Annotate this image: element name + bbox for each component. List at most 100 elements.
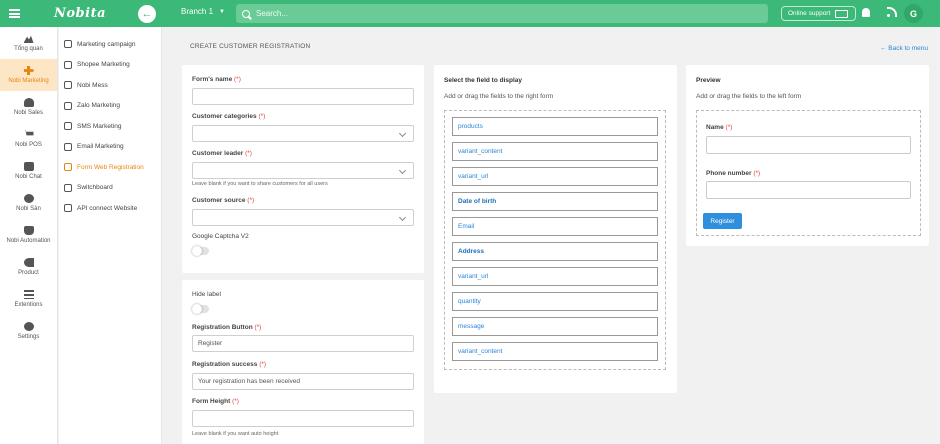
submenu-item-label: SMS Marketing [77,122,122,130]
back-arrow-button[interactable]: ← [138,5,156,23]
field-item-variant-url[interactable]: variant_url [452,167,658,186]
submenu-item-nobi-mess[interactable]: Nobi Mess [59,75,161,96]
form-height-label: Form Height (*) [192,398,239,405]
preview-name-label: Name (*) [706,124,732,131]
field-item-variant-url-2[interactable]: variant_url [452,267,658,286]
sidebar-item-label: Nobi Automation [6,238,51,244]
registration-button-input[interactable]: Register [192,335,414,352]
form-height-label-text: Form Height [192,398,231,405]
preview-name-input[interactable] [706,136,911,154]
robot-icon [23,226,34,235]
customer-source-select[interactable] [192,209,414,226]
submenu-item-label: Zalo Marketing [77,102,120,110]
branch-selector[interactable]: Branch 1 ▼ [181,7,225,16]
product-icon [23,258,34,267]
cart-icon [23,130,34,136]
sidebar-item-nobi-pos[interactable]: Nobi POS [0,123,57,155]
captcha-toggle[interactable] [192,246,209,256]
field-item-variant-content[interactable]: variant_content [452,142,658,161]
sidebar-item-label: Nobi Sales [13,110,43,116]
field-list: products variant_content variant_url Dat… [444,110,666,370]
customer-source-label-text: Customer source [192,197,246,204]
customer-categories-label: Customer categories (*) [192,113,265,120]
required-mark: (*) [254,324,262,331]
branch-label: Branch 1 [181,7,214,16]
field-item-email[interactable]: Email [452,217,658,236]
sidebar-item-nobi-marketing[interactable]: Nobi Marketing [0,59,57,91]
back-to-menu-link[interactable]: ← Back to menu [880,45,928,52]
field-selector-subtitle: Add or drag the fields to the right form [444,93,554,100]
sidebar-item-nobi-chat[interactable]: Nobi Chat [0,155,57,187]
avatar[interactable]: G [904,4,923,23]
required-mark: (*) [245,150,252,157]
submenu-item-email-marketing[interactable]: Email Marketing [59,137,161,158]
preview-card: Preview Add or drag the fields to the le… [686,65,929,246]
caret-down-icon: ▼ [219,8,225,15]
submenu-item-sms-marketing[interactable]: SMS Marketing [59,116,161,137]
submenu-item-shopee-marketing[interactable]: Shopee Marketing [59,55,161,76]
hide-label-toggle[interactable] [192,304,209,314]
sidebar-item-nobi-automation[interactable]: Nobi Automation [0,219,57,251]
search-input[interactable]: Search... [236,4,768,23]
field-item-address[interactable]: Address [452,242,658,261]
submenu-item-label: Email Marketing [77,143,124,151]
email-icon [64,142,72,151]
field-item-quantity[interactable]: quantity [452,292,658,311]
sidebar-item-label: Nobi Chat [15,174,42,180]
registration-success-input[interactable]: Your registration has been received [192,373,414,390]
submenu-item-api-connect-website[interactable]: API connect Website [59,198,161,219]
form-height-hint: Leave blank if you want auto height [192,431,279,437]
rss-icon[interactable] [887,7,897,17]
registration-success-label: Registration success (*) [192,361,266,368]
app-logo[interactable]: Nobita [28,6,132,21]
sidebar-item-nobi-san[interactable]: Nobi Sàn [0,187,57,219]
submenu-item-form-web-registration[interactable]: Form Web Registration [59,157,161,178]
preview-subtitle: Add or drag the fields to the left form [696,93,802,100]
main-content: CREATE CUSTOMER REGISTRATION ← Back to m… [162,27,940,444]
sidebar-item-label: Nobi Marketing [8,78,49,84]
hamburger-menu-icon[interactable] [0,0,28,27]
field-item-date-of-birth[interactable]: Date of birth [452,192,658,211]
registration-success-label-text: Registration success [192,361,258,368]
customer-leader-label: Customer leader (*) [192,150,252,157]
sidebar-item-nobi-sales[interactable]: Nobi Sales [0,91,57,123]
top-bar: Nobita ← Branch 1 ▼ Search... Online sup… [0,0,940,27]
sidebar-item-settings[interactable]: Settings [0,315,57,347]
marketing-icon [23,66,34,75]
customer-categories-label-text: Customer categories [192,113,257,120]
preview-phone-input[interactable] [706,181,911,199]
form-height-input[interactable] [192,410,414,427]
field-item-variant-content-2[interactable]: variant_content [452,342,658,361]
submenu-item-switchboard[interactable]: Switchboard [59,178,161,199]
field-selector-title: Select the field to display [444,77,523,84]
submenu-item-marketing-campaign[interactable]: Marketing campaign [59,34,161,55]
customer-categories-select[interactable] [192,125,414,142]
sidebar-item-extentions[interactable]: Extentions [0,283,57,315]
preview-title: Preview [696,77,721,84]
sidebar-item-label: Nobi Sàn [16,206,41,212]
form-name-input[interactable] [192,88,414,105]
bell-icon[interactable] [862,8,870,17]
facebook-icon [64,81,72,90]
back-to-menu-label: Back to menu [888,45,928,52]
online-support-button[interactable]: Online support [781,6,856,21]
required-mark: (*) [753,170,761,177]
chat-icon [23,162,34,171]
field-item-products[interactable]: products [452,117,658,136]
submenu-item-label: Form Web Registration [77,163,144,171]
shopee-icon [64,60,72,69]
preview-register-button[interactable]: Register [703,213,742,229]
preview-phone-label: Phone number (*) [706,170,760,177]
captcha-label: Google Captcha V2 [192,233,249,240]
sidebar-item-product[interactable]: Product [0,251,57,283]
field-item-message[interactable]: message [452,317,658,336]
marketing-submenu: Marketing campaign Shopee Marketing Nobi… [59,27,162,444]
customer-source-label: Customer source (*) [192,197,254,204]
submenu-item-zalo-marketing[interactable]: Zalo Marketing [59,96,161,117]
required-mark: (*) [247,197,255,204]
required-mark: (*) [232,398,239,405]
submenu-item-label: API connect Website [77,204,138,212]
sidebar-item-tong-quan[interactable]: Tổng quan [0,27,57,59]
customer-leader-select[interactable] [192,162,414,179]
campaign-icon [64,40,72,49]
